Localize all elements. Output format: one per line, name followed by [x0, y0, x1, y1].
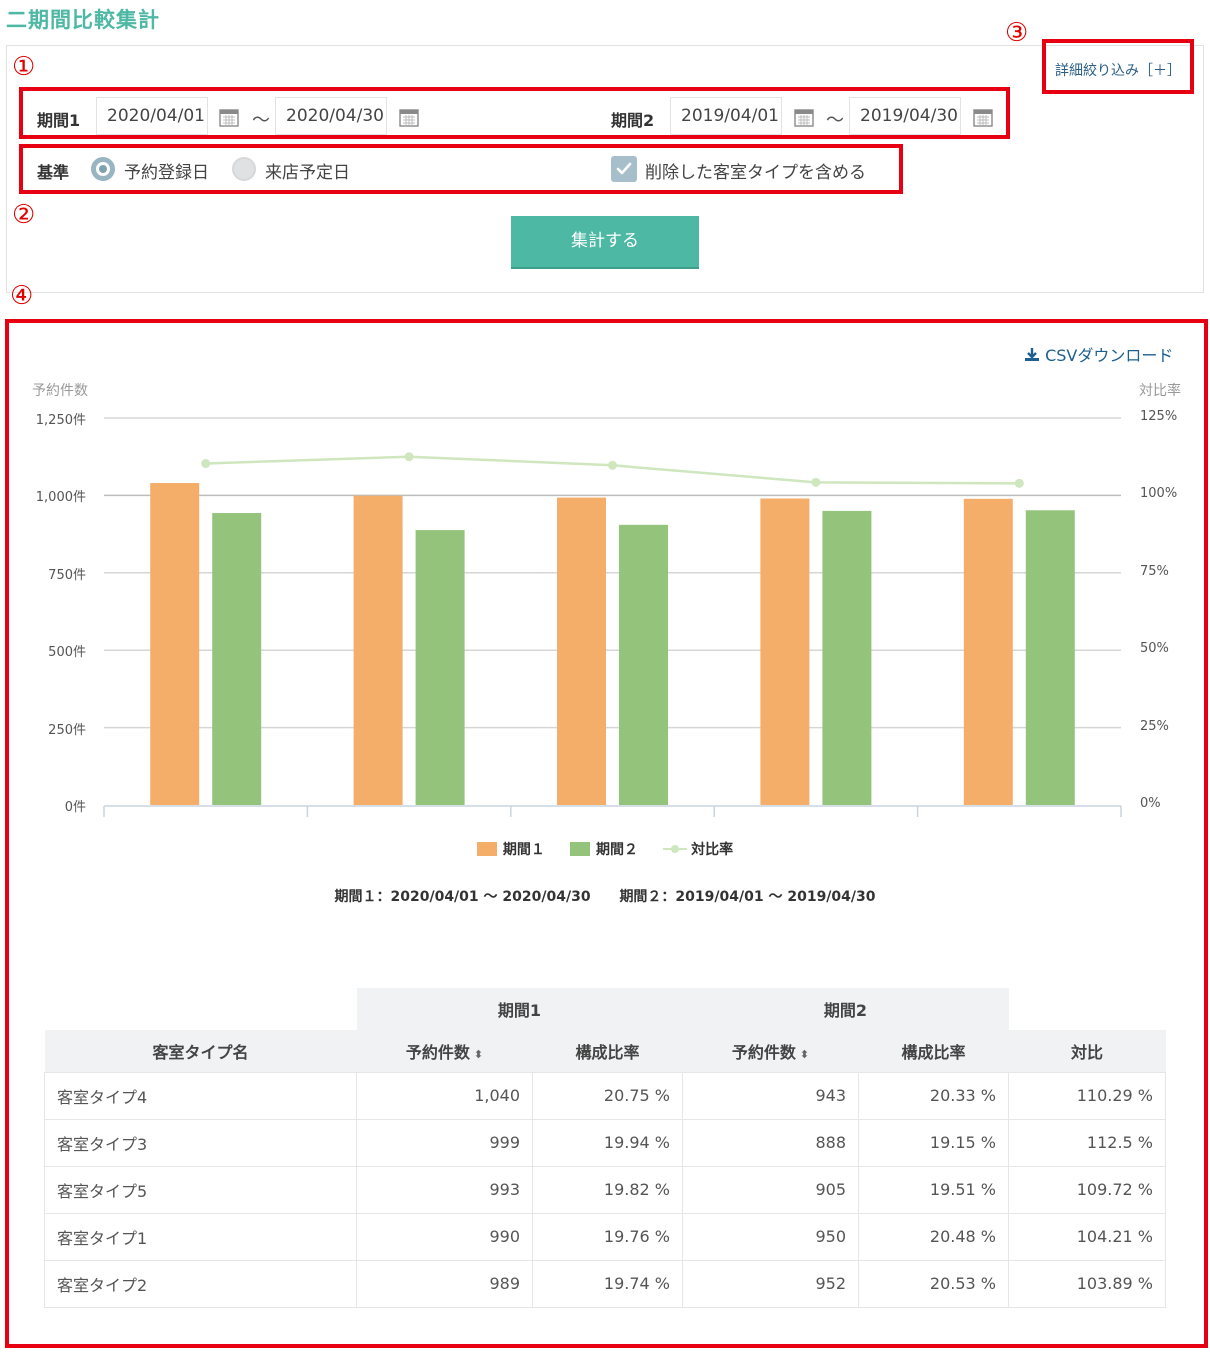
comparison-table: 期間1 期間2 客室タイプ名 予約件数 ⬍ 構成比率 予約件数 ⬍ 構成比率 対比 … — [44, 988, 1166, 1308]
value-cell: 19.74 % — [532, 1259, 683, 1308]
legend-period2[interactable]: 期間２ — [570, 839, 638, 859]
bar-1 — [963, 498, 1013, 805]
table-group-period2: 期間2 — [682, 988, 1009, 1030]
legend-period1[interactable]: 期間１ — [476, 839, 545, 859]
ratio-point — [404, 452, 414, 462]
period-note: 期間１：2020/04/01 ～ 2020/04/30 期間２：2019/04/… — [0, 886, 1210, 906]
bar-2 — [822, 510, 872, 805]
legend-swatch — [570, 841, 590, 856]
table-header-blank — [44, 988, 357, 1030]
value-cell: 20.48 % — [858, 1212, 1009, 1261]
table-group-period1: 期間1 — [356, 988, 683, 1030]
value-cell: 19.94 % — [532, 1118, 683, 1167]
bar-2 — [415, 530, 465, 805]
value-cell: 1,040 — [356, 1071, 533, 1120]
legend-label: 対比率 — [691, 841, 734, 858]
table-row: 客室タイプ4 1,040 20.75 % 943 20.33 % 110.29 % — [44, 1071, 1166, 1120]
bar-2 — [619, 524, 668, 805]
ratio-point — [811, 477, 821, 487]
col-p2-count[interactable]: 予約件数 ⬍ — [682, 1030, 859, 1072]
room-type-cell: 客室タイプ2 — [44, 1259, 357, 1308]
value-cell: 993 — [356, 1165, 533, 1214]
room-type-cell: 客室タイプ5 — [44, 1165, 357, 1214]
bar-1 — [557, 497, 606, 805]
legend-line-marker — [663, 844, 688, 853]
table-header-blank — [1008, 988, 1166, 1030]
table-row: 客室タイプ2 989 19.74 % 952 20.53 % 103.89 % — [44, 1259, 1166, 1308]
room-type-cell: 客室タイプ3 — [44, 1118, 357, 1167]
value-cell: 999 — [356, 1118, 533, 1167]
value-cell: 888 — [682, 1118, 859, 1167]
period-note-1: 期間１：2020/04/01 ～ 2020/04/30 — [334, 889, 591, 905]
value-cell: 110.29 % — [1008, 1071, 1166, 1120]
room-type-cell: 客室タイプ1 — [44, 1212, 357, 1261]
value-cell: 112.5 % — [1008, 1118, 1166, 1167]
value-cell: 19.82 % — [532, 1165, 683, 1214]
value-cell: 19.51 % — [858, 1165, 1009, 1214]
value-cell: 103.89 % — [1008, 1259, 1166, 1308]
value-cell: 109.72 % — [1008, 1165, 1166, 1214]
ratio-point — [1014, 478, 1024, 488]
period-note-2: 期間２：2019/04/01 ～ 2019/04/30 — [619, 889, 876, 905]
value-cell: 19.76 % — [532, 1212, 683, 1261]
legend-ratio[interactable]: 対比率 — [663, 839, 733, 859]
bar-1 — [353, 495, 403, 805]
col-p2-count-label: 予約件数 — [731, 1042, 796, 1062]
col-p1-count[interactable]: 予約件数 ⬍ — [356, 1030, 533, 1072]
value-cell: 989 — [356, 1259, 533, 1308]
legend-swatch — [476, 841, 497, 856]
value-cell: 990 — [356, 1212, 533, 1261]
legend-label: 期間２ — [596, 841, 638, 858]
col-p2-ratio: 構成比率 — [858, 1030, 1009, 1072]
bar-1 — [150, 483, 200, 805]
chart-legend: 期間１ 期間２ 対比率 — [0, 838, 1210, 859]
col-p1-count-label: 予約件数 — [405, 1042, 470, 1062]
table-row: 客室タイプ5 993 19.82 % 905 19.51 % 109.72 % — [44, 1165, 1166, 1214]
value-cell: 104.21 % — [1008, 1212, 1166, 1261]
table-row: 客室タイプ1 990 19.76 % 950 20.48 % 104.21 % — [44, 1212, 1166, 1261]
ratio-point — [608, 460, 617, 470]
bar-2 — [212, 513, 262, 805]
ratio-point — [201, 459, 211, 469]
col-p1-ratio: 構成比率 — [532, 1030, 683, 1072]
value-cell: 950 — [682, 1212, 859, 1261]
col-comparison: 対比 — [1008, 1030, 1166, 1072]
legend-label: 期間１ — [502, 841, 545, 858]
value-cell: 905 — [682, 1165, 859, 1214]
sort-icon[interactable]: ⬍ — [800, 1048, 809, 1061]
value-cell: 19.15 % — [858, 1118, 1009, 1167]
room-type-cell: 客室タイプ4 — [44, 1071, 357, 1120]
value-cell: 20.75 % — [532, 1071, 683, 1120]
ratio-line — [205, 455, 1020, 485]
table-row: 客室タイプ3 999 19.94 % 888 19.15 % 112.5 % — [44, 1118, 1166, 1167]
col-room-type: 客室タイプ名 — [44, 1030, 357, 1072]
value-cell: 952 — [682, 1259, 859, 1308]
chart — [103, 417, 1122, 817]
bar-1 — [760, 498, 810, 805]
sort-icon[interactable]: ⬍ — [474, 1048, 483, 1061]
value-cell: 943 — [682, 1071, 859, 1120]
value-cell: 20.33 % — [858, 1071, 1009, 1120]
bar-2 — [1025, 510, 1075, 805]
value-cell: 20.53 % — [858, 1259, 1009, 1308]
